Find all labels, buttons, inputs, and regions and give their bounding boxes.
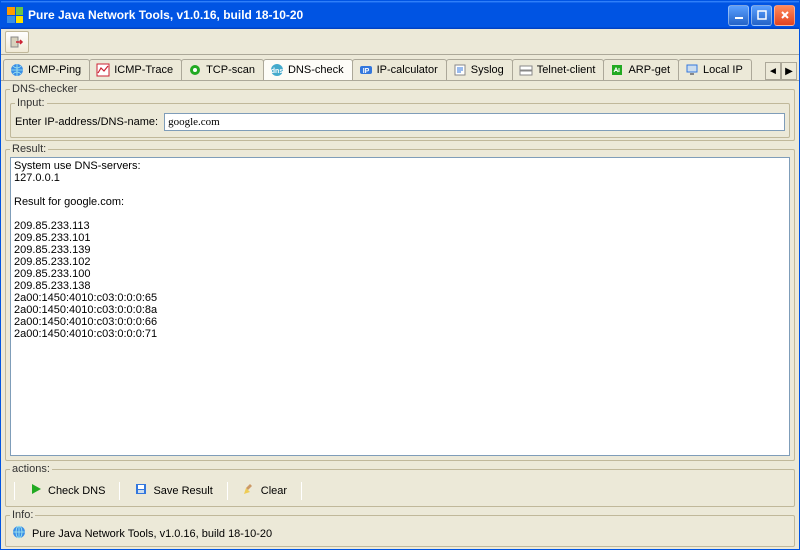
info-group-label: Info: (10, 509, 35, 521)
actions-group-label: actions: (10, 463, 52, 475)
tab-telnet-client[interactable]: Telnet-client (512, 59, 605, 80)
titlebar: Pure Java Network Tools, v1.0.16, build … (1, 1, 799, 29)
info-group: Info: Pure Java Network Tools, v1.0.16, … (5, 509, 795, 547)
tab-label: Telnet-client (537, 64, 596, 76)
save-icon (134, 482, 148, 499)
close-button[interactable] (774, 5, 795, 26)
play-icon (29, 482, 43, 499)
scan-icon (188, 63, 202, 77)
trace-icon (96, 63, 110, 77)
tab-label: DNS-check (288, 64, 344, 76)
window-controls (728, 5, 795, 26)
tab-dns-check[interactable]: dns DNS-check (263, 59, 353, 81)
input-group-label: Input: (15, 97, 47, 109)
window-title: Pure Java Network Tools, v1.0.16, build … (28, 8, 728, 22)
globe-icon (12, 525, 26, 542)
terminal-icon (519, 63, 533, 77)
tab-scroll-left[interactable]: ◄ (765, 62, 781, 80)
check-dns-button[interactable]: Check DNS (21, 480, 113, 501)
exit-button[interactable] (5, 31, 29, 53)
tab-icmp-ping[interactable]: ICMP-Ping (3, 59, 90, 80)
main-toolbar (1, 29, 799, 55)
log-icon (453, 63, 467, 77)
app-window: Pure Java Network Tools, v1.0.16, build … (0, 0, 800, 550)
result-group-label: Result: (10, 143, 48, 155)
tab-local-ip[interactable]: Local IP (678, 59, 752, 80)
svg-text:dns: dns (271, 68, 284, 75)
dns-name-input[interactable] (164, 113, 785, 131)
globe-icon (10, 63, 24, 77)
tab-bar: ICMP-Ping ICMP-Trace TCP-scan dns DNS-ch… (1, 55, 799, 81)
monitor-icon (685, 63, 699, 77)
tab-scroll-right[interactable]: ▶ (781, 62, 797, 80)
tab-label: ICMP-Ping (28, 64, 81, 76)
button-label: Check DNS (48, 485, 105, 497)
actions-group: actions: Check DNS Save Result Clear (5, 463, 795, 507)
panel-title: DNS-checker (10, 83, 79, 95)
info-text: Pure Java Network Tools, v1.0.16, build … (32, 528, 272, 540)
result-textarea[interactable] (10, 157, 790, 456)
tab-panel: DNS-checker Input: Enter IP-address/DNS-… (1, 81, 799, 549)
tab-arp-get[interactable]: ARP-get (603, 59, 679, 80)
dns-icon: dns (270, 63, 284, 77)
dns-checker-group: DNS-checker Input: Enter IP-address/DNS-… (5, 83, 795, 141)
broom-icon (242, 482, 256, 499)
input-group: Input: Enter IP-address/DNS-name: (10, 97, 790, 138)
ip-icon: IP (359, 63, 373, 77)
tab-syslog[interactable]: Syslog (446, 59, 513, 80)
clear-button[interactable]: Clear (234, 480, 295, 501)
tab-label: ARP-get (628, 64, 670, 76)
tab-ip-calculator[interactable]: IP IP-calculator (352, 59, 447, 80)
minimize-button[interactable] (728, 5, 749, 26)
tab-tcp-scan[interactable]: TCP-scan (181, 59, 264, 80)
tab-icmp-trace[interactable]: ICMP-Trace (89, 59, 182, 80)
button-label: Clear (261, 485, 287, 497)
app-icon (7, 7, 23, 23)
arp-icon (610, 63, 624, 77)
tab-label: Syslog (471, 64, 504, 76)
maximize-button[interactable] (751, 5, 772, 26)
svg-text:IP: IP (362, 68, 369, 75)
tab-label: TCP-scan (206, 64, 255, 76)
tab-label: ICMP-Trace (114, 64, 173, 76)
tab-label: IP-calculator (377, 64, 438, 76)
save-result-button[interactable]: Save Result (126, 480, 220, 501)
result-group: Result: (5, 143, 795, 461)
tab-label: Local IP (703, 64, 743, 76)
button-label: Save Result (153, 485, 212, 497)
input-label: Enter IP-address/DNS-name: (15, 116, 158, 128)
